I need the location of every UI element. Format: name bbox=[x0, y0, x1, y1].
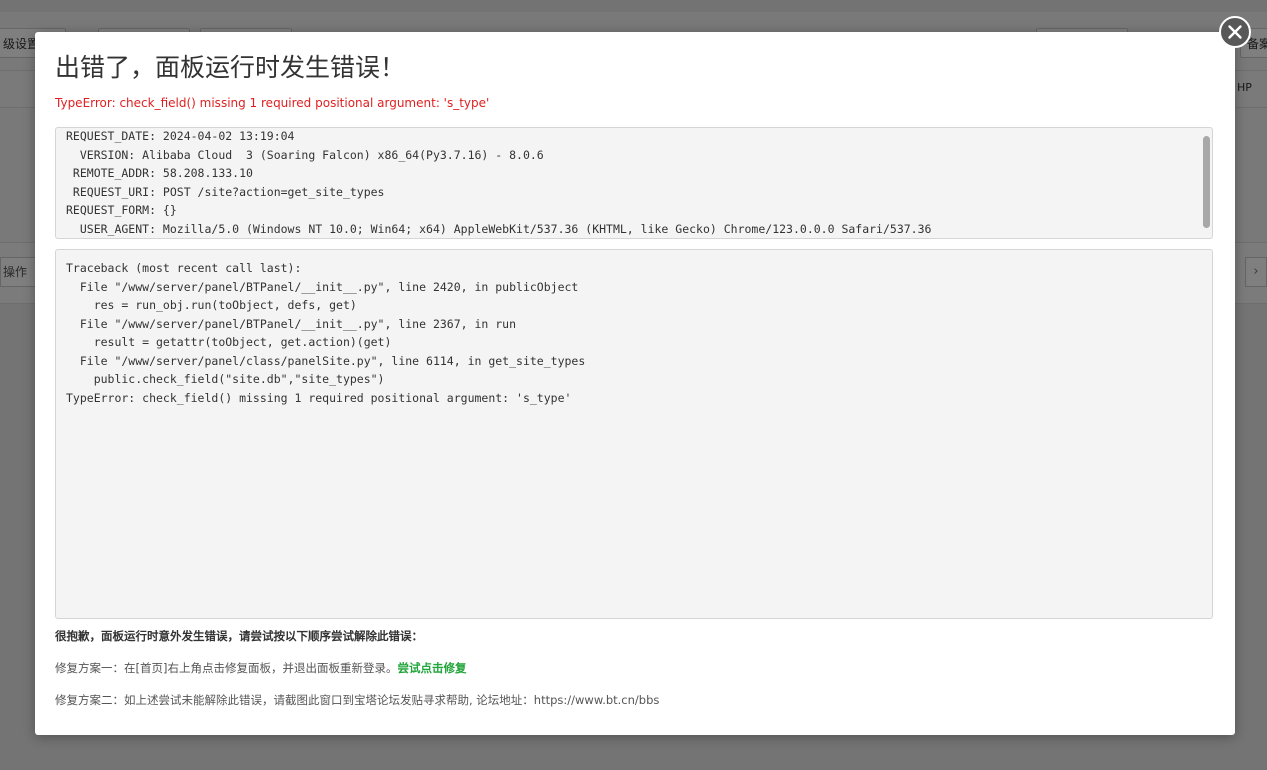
traceback-box[interactable]: Traceback (most recent call last): File … bbox=[55, 249, 1213, 619]
try-repair-link[interactable]: 尝试点击修复 bbox=[397, 661, 466, 675]
error-notice: 很抱歉，面板运行时意外发生错误，请尝试按以下顺序尝试解除此错误： bbox=[55, 629, 423, 643]
request-info-text: REQUEST_DATE: 2024-04-02 13:19:04 VERSIO… bbox=[66, 129, 932, 236]
error-summary: TypeError: check_field() missing 1 requi… bbox=[55, 96, 490, 110]
error-dialog: 出错了，面板运行时发生错误！ TypeError: check_field() … bbox=[35, 32, 1235, 735]
fix-plan-one: 修复方案一：在[首页]右上角点击修复面板，并退出面板重新登录。尝试点击修复 bbox=[55, 660, 466, 676]
fix-plan-two: 修复方案二：如上述尝试未能解除此错误，请截图此窗口到宝塔论坛发贴寻求帮助, 论坛… bbox=[55, 693, 660, 707]
close-dialog-button[interactable] bbox=[1219, 16, 1251, 48]
request-info-box[interactable]: REQUEST_DATE: 2024-04-02 13:19:04 VERSIO… bbox=[55, 127, 1213, 239]
request-info-scrollbar[interactable] bbox=[1203, 136, 1210, 228]
fix-plan-one-text: 修复方案一：在[首页]右上角点击修复面板，并退出面板重新登录。 bbox=[55, 661, 398, 675]
dialog-title: 出错了，面板运行时发生错误！ bbox=[55, 53, 406, 82]
close-icon bbox=[1228, 25, 1242, 39]
traceback-text: Traceback (most recent call last): File … bbox=[66, 261, 586, 405]
